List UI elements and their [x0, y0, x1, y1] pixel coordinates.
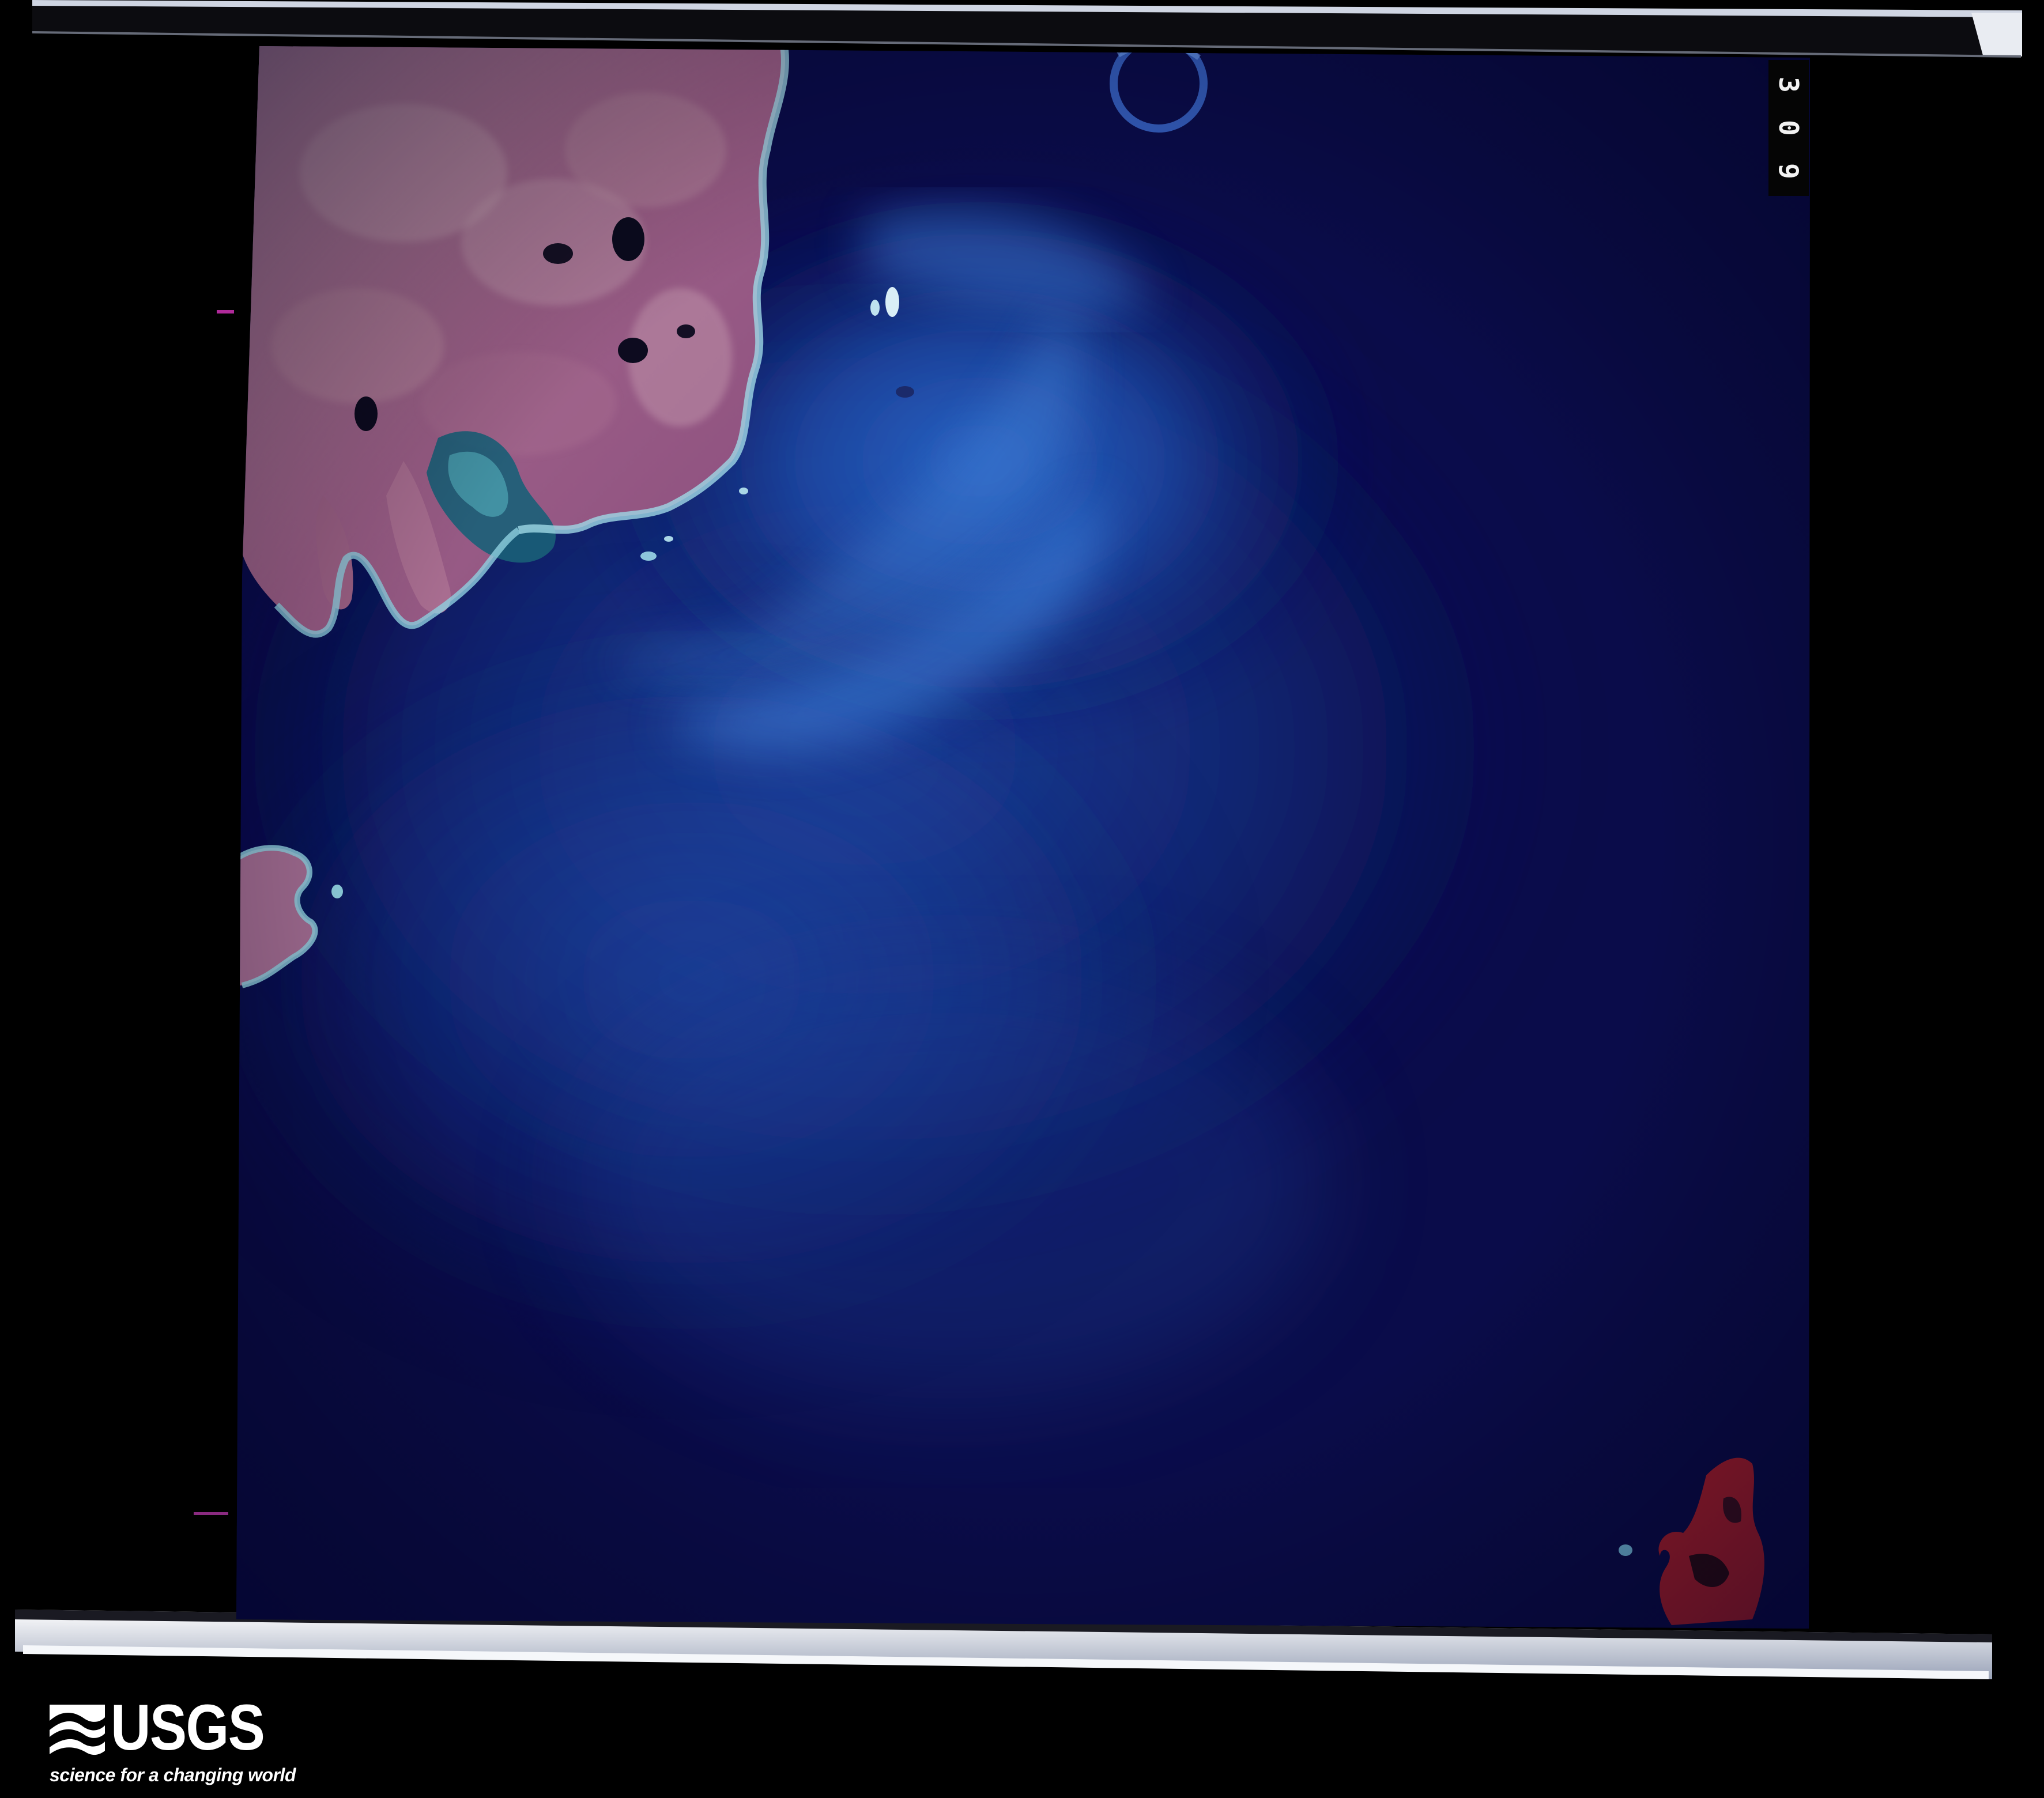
usgs-wordmark: USGS — [111, 1691, 265, 1763]
aerial-photo-scene — [0, 0, 2044, 1798]
frame-number-digit-3: 9 — [1773, 163, 1804, 179]
usgs-logo: USGS science for a changing world — [50, 1695, 296, 1792]
edge-mark-1 — [217, 310, 234, 313]
satellite-image — [236, 46, 1810, 1629]
usgs-wave-icon — [50, 1705, 105, 1760]
edge-mark-2 — [194, 1512, 228, 1515]
frame-number-digit-2: 0 — [1773, 120, 1804, 136]
frame-number: 3 0 9 — [1768, 60, 1809, 196]
frame-number-digit-1: 3 — [1773, 77, 1804, 93]
usgs-tagline: science for a changing world — [50, 1765, 296, 1785]
